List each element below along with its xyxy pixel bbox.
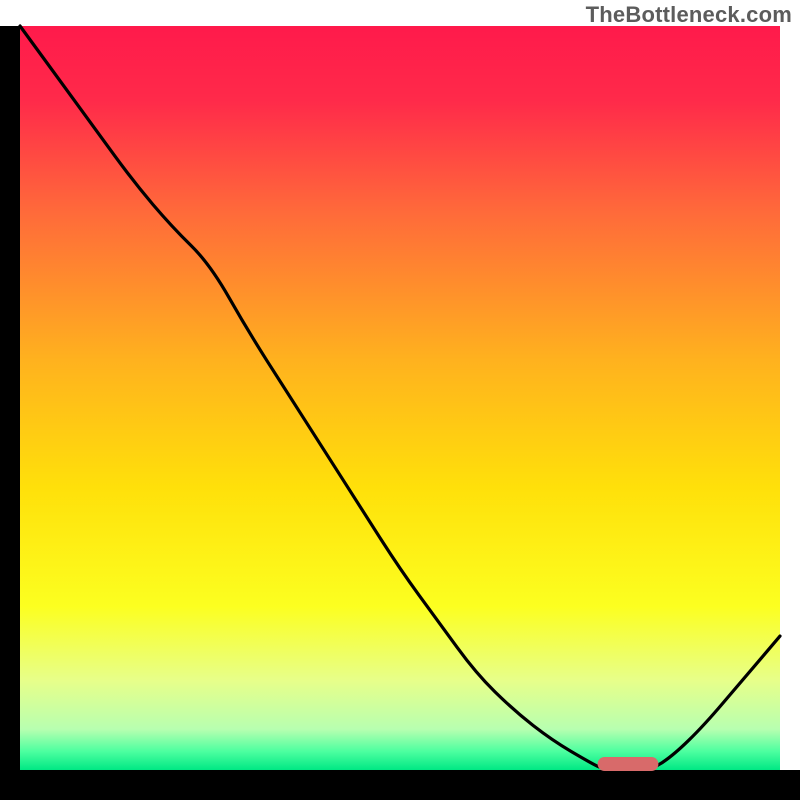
x-axis — [0, 770, 800, 800]
bottleneck-chart — [0, 0, 800, 800]
chart-root: TheBottleneck.com — [0, 0, 800, 800]
plot-background — [20, 26, 780, 770]
y-axis — [0, 26, 20, 800]
watermark-text: TheBottleneck.com — [586, 2, 792, 28]
optimal-band-marker — [598, 757, 659, 771]
